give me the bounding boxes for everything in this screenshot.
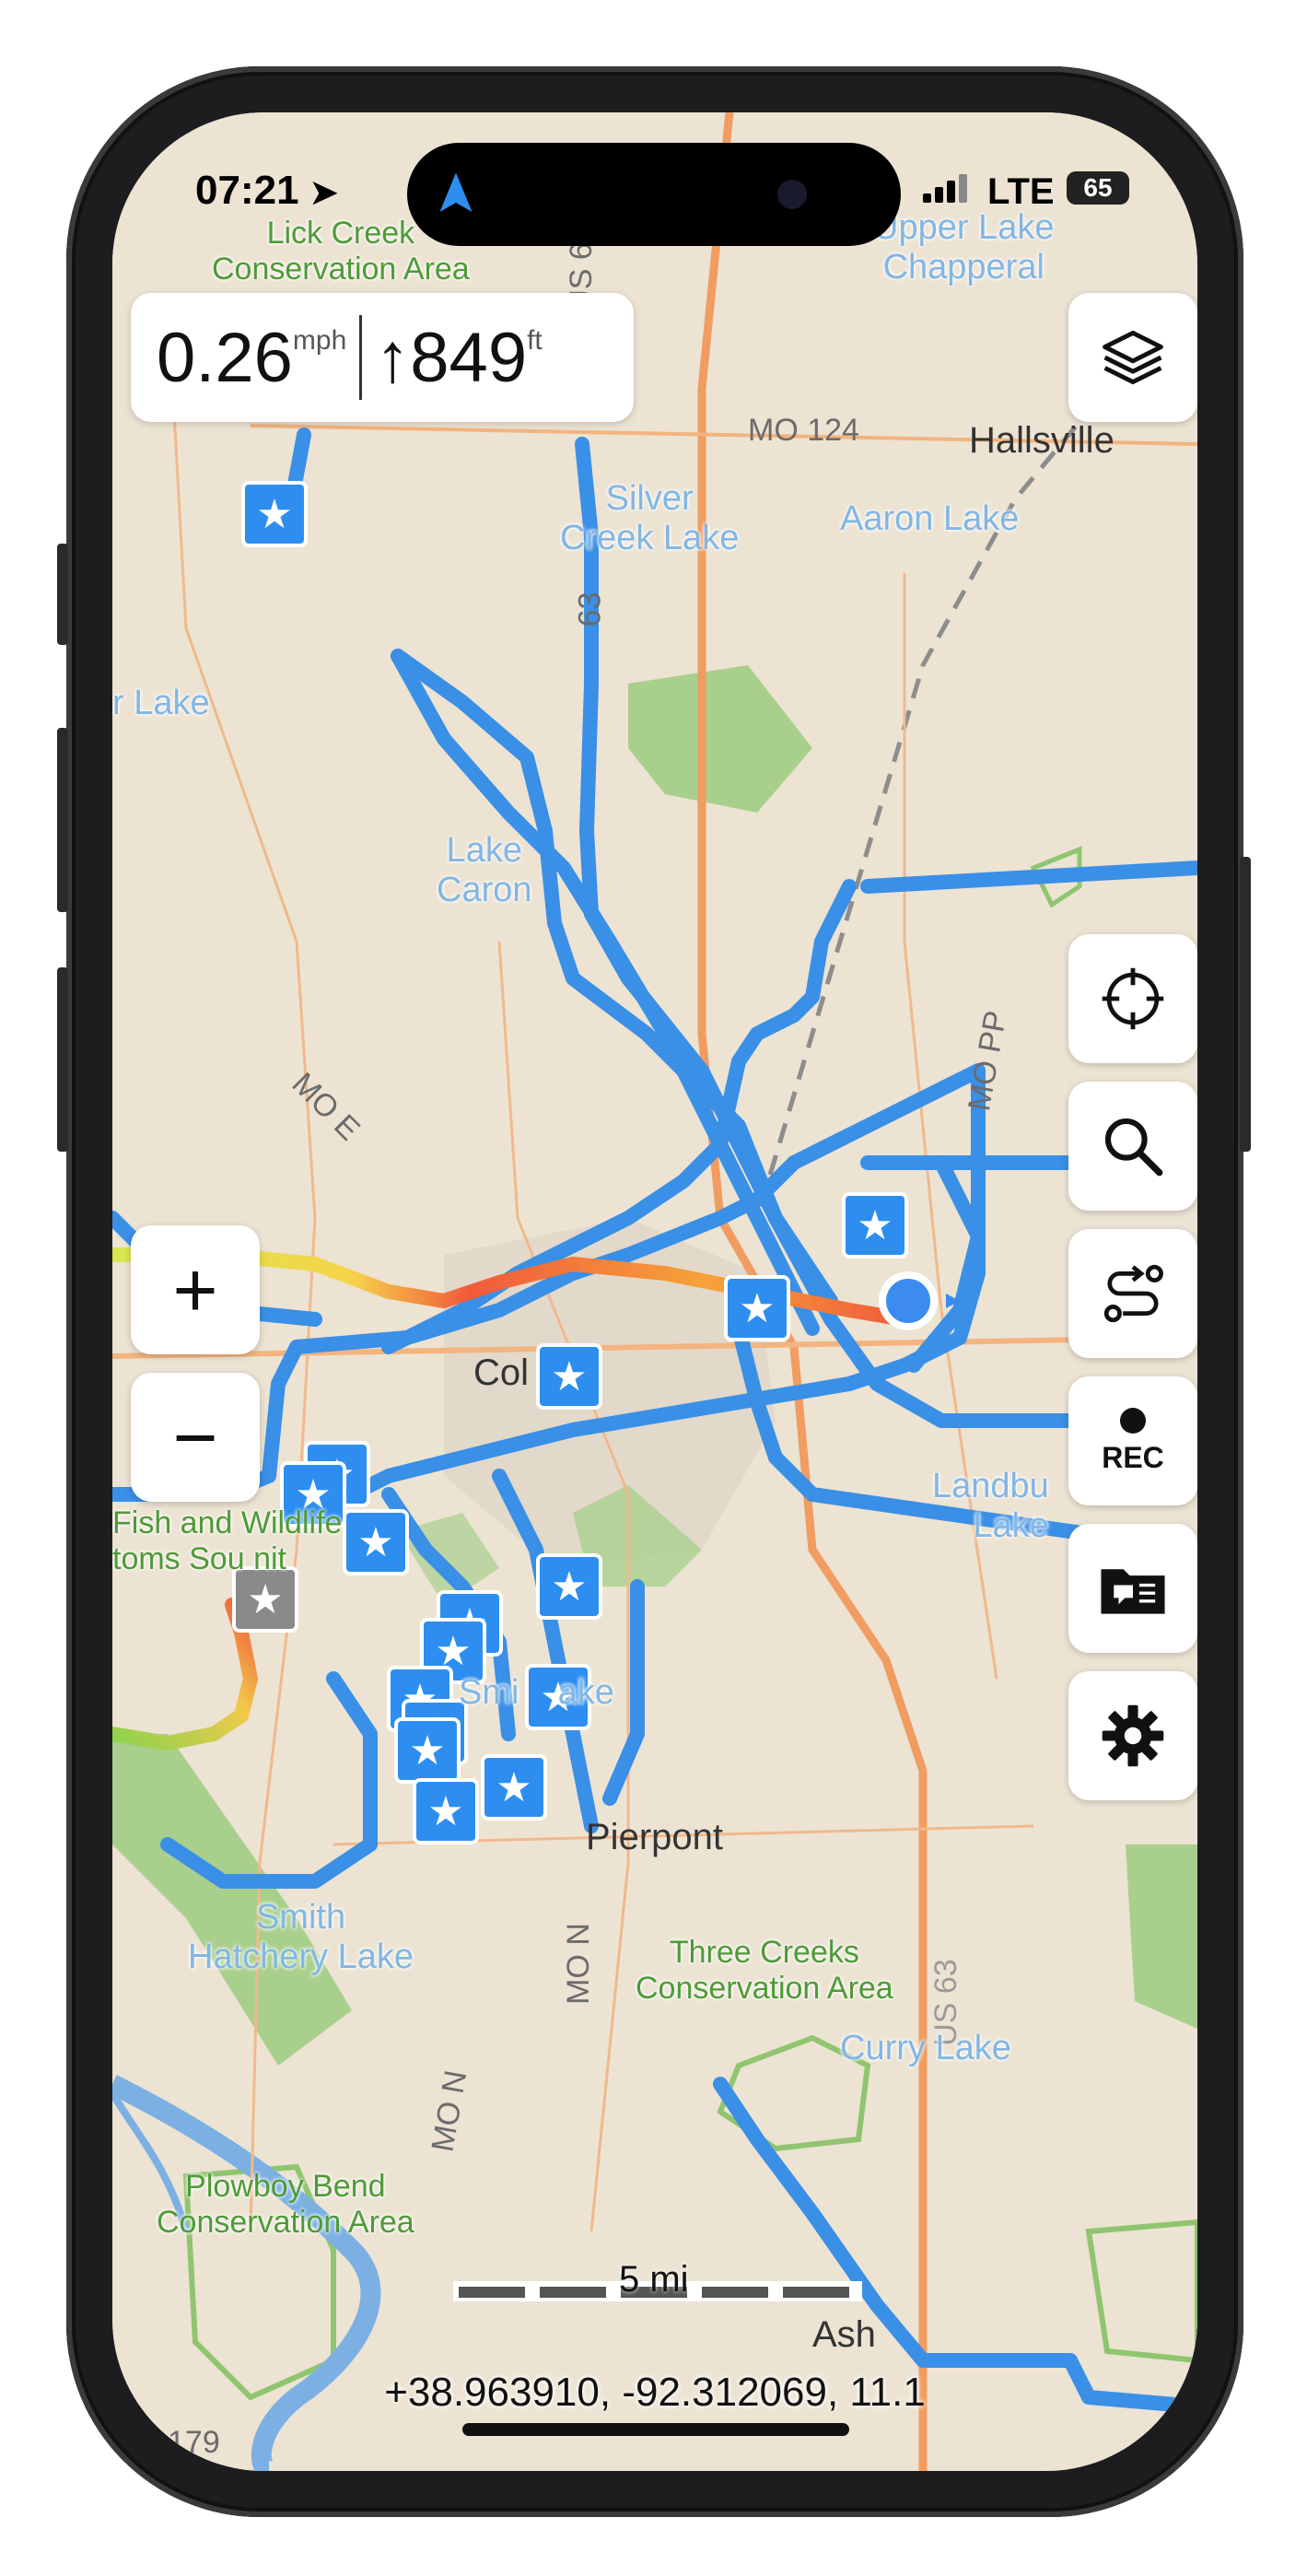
gear-icon [1102, 1704, 1164, 1767]
elevation-arrow-icon: ↑ [375, 318, 411, 397]
search-button[interactable] [1068, 1082, 1197, 1211]
map-label: Smith Hatchery Lake [188, 1898, 414, 1976]
waypoint-marker[interactable]: ★ [842, 1192, 908, 1259]
map-label: Landbu Lake [932, 1467, 1049, 1545]
locate-button[interactable] [1068, 934, 1197, 1063]
map-label: Col [473, 1352, 530, 1393]
map-label: 63 [572, 591, 608, 627]
battery-icon: 65 [1067, 171, 1129, 205]
map-label: Ash [812, 2314, 876, 2355]
map-label: Hallsville [969, 420, 1114, 461]
speed-elevation-readout[interactable]: 0.26mph ↑849ft [131, 293, 634, 422]
map-label: Pierpont [586, 1817, 723, 1857]
status-time: 07:21 ➤ [195, 168, 338, 213]
network-label: LTE [987, 171, 1055, 212]
zoom-out-label: − [172, 1393, 218, 1481]
scale-label: 5 mi [619, 2259, 689, 2300]
waypoint-marker[interactable]: ★ [394, 1717, 461, 1784]
action-button [57, 544, 68, 645]
folder-icon [1101, 1569, 1165, 1614]
settings-button[interactable] [1068, 1671, 1197, 1800]
map-label: Smi ake [459, 1673, 614, 1712]
location-arrow-icon: ➤ [309, 173, 338, 211]
zoom-in-label: + [172, 1246, 218, 1333]
layers-button[interactable] [1068, 293, 1197, 422]
signal-icon [923, 173, 969, 203]
waypoint-marker[interactable]: ★ [343, 1509, 409, 1575]
map-label: Aaron Lake [840, 499, 1020, 538]
route-icon [1103, 1264, 1163, 1323]
layers-icon [1103, 330, 1163, 385]
home-indicator[interactable] [462, 2423, 849, 2436]
volume-down-button [57, 967, 68, 1152]
crosshair-icon [1102, 967, 1164, 1030]
speed-readout: 0.26mph [131, 318, 346, 398]
elevation-value: 849 [410, 318, 528, 397]
battery-level: 65 [1083, 173, 1113, 202]
map-label: MO N [560, 1923, 596, 2005]
zoom-out-button[interactable]: − [131, 1373, 260, 1502]
elevation-unit: ft [527, 324, 543, 356]
waypoint-marker[interactable]: ★ [536, 1343, 602, 1410]
screen: ★ ★ ★ ★ ★ ★ ★ ★ ★ ★ ★ ★ ★ ★ ★ ★ ★ Lick C… [112, 112, 1197, 2471]
map-label: Upper Lake Chapperal [873, 208, 1055, 287]
map-label: Lake Caron [437, 831, 532, 909]
dynamic-island [407, 143, 901, 246]
map-label: Fish and Wildlife toms Sou nit [112, 1505, 343, 1576]
record-dot-icon [1120, 1407, 1146, 1434]
waypoint-marker[interactable]: ★ [481, 1754, 547, 1821]
navigation-arrow-icon [439, 172, 473, 212]
waypoint-marker[interactable]: ★ [413, 1778, 479, 1844]
waypoint-marker[interactable]: ★ [536, 1553, 602, 1620]
map-label: Silver Creek Lake [560, 479, 740, 557]
zoom-in-button[interactable]: + [131, 1225, 260, 1354]
speed-unit: mph [292, 324, 347, 356]
speed-value: 0.26 [157, 318, 293, 397]
map-label: MO 124 [748, 413, 859, 448]
elevation-readout: ↑849ft [375, 318, 542, 398]
waypoint-marker[interactable]: ★ [241, 481, 308, 547]
map-label: Plowboy Bend Conservation Area [157, 2169, 414, 2240]
coordinates-readout[interactable]: +38.963910, -92.312069, 11.1 [112, 2370, 1197, 2416]
map-canvas[interactable] [112, 112, 1197, 2471]
saved-items-button[interactable] [1068, 1524, 1197, 1653]
readout-divider [359, 315, 363, 400]
search-icon [1104, 1118, 1163, 1177]
volume-up-button [57, 728, 68, 912]
record-label: REC [1102, 1440, 1164, 1474]
map-label: Three Creeks Conservation Area [636, 1935, 893, 2006]
map-label: Curry Lake [840, 2029, 1011, 2067]
map-label: 179 [168, 2425, 220, 2460]
waypoint-marker[interactable]: ★ [724, 1275, 790, 1341]
camera-dot [777, 180, 807, 209]
map-label: r Lake [112, 684, 210, 722]
record-button[interactable]: REC [1068, 1376, 1197, 1505]
power-button [1240, 857, 1251, 1152]
route-button[interactable] [1068, 1229, 1197, 1358]
